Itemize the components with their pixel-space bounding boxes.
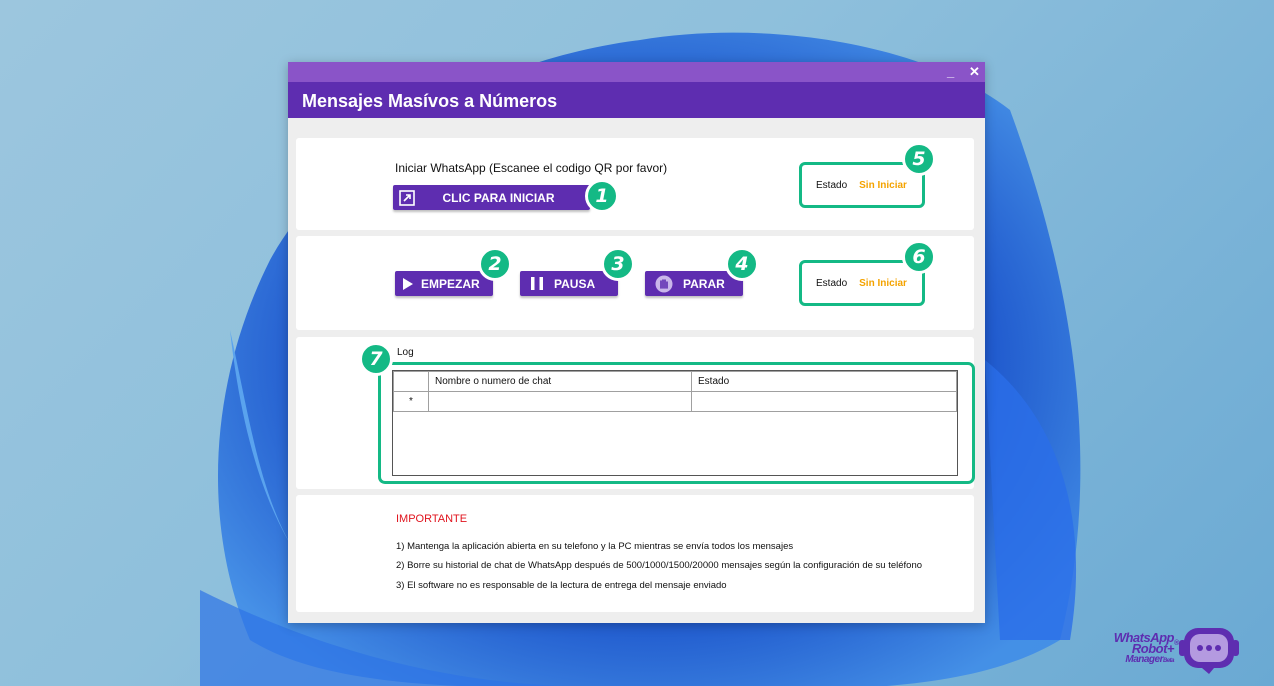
logo-tag: Beta: [1162, 658, 1175, 664]
start-status-label: Estado: [816, 179, 848, 191]
robot-chat-icon: [1179, 628, 1239, 674]
pause-label: PAUSA: [554, 276, 596, 291]
start-sending-label: EMPEZAR: [421, 276, 480, 291]
callout-badge-3: 3: [601, 247, 635, 281]
pause-icon: [520, 277, 554, 290]
start-instruction: Iniciar WhatsApp (Escanee el codigo QR p…: [395, 161, 668, 175]
start-whatsapp-button[interactable]: CLIC PARA INICIAR: [393, 185, 590, 210]
open-external-icon: [393, 189, 421, 206]
important-note-2: 2) Borre su historial de chat de WhatsAp…: [396, 560, 923, 571]
pause-button[interactable]: PAUSA: [520, 271, 618, 296]
callout-badge-5: 5: [902, 142, 936, 176]
callout-badge-4: 4: [725, 247, 759, 281]
close-button[interactable]: ✕: [969, 63, 980, 81]
title-bar: _ ✕: [288, 62, 985, 82]
callout-badge-2: 2: [478, 247, 512, 281]
callout-badge-6: 6: [902, 240, 936, 274]
start-status-value: Sin Iniciar: [859, 179, 907, 191]
log-grid-highlight: Nombre o numero de chat Estado *: [378, 362, 975, 484]
new-row-marker: *: [393, 391, 429, 412]
column-header-status[interactable]: Estado: [691, 371, 957, 392]
control-status-value: Sin Iniciar: [859, 277, 907, 289]
log-header-row: Nombre o numero de chat Estado: [393, 371, 957, 392]
start-whatsapp-label: CLIC PARA INICIAR: [442, 190, 555, 205]
log-panel: Log Nombre o numero de chat Estado *: [296, 337, 975, 489]
control-panel: EMPEZAR PAUSA PARAR Estado Sin Iniciar: [296, 236, 974, 330]
minimize-button[interactable]: _: [947, 63, 954, 81]
play-icon: [395, 277, 421, 290]
column-header-chat[interactable]: Nombre o numero de chat: [428, 371, 692, 392]
important-panel: IMPORTANTE 1) Mantenga la aplicación abi…: [296, 495, 974, 612]
start-sending-button[interactable]: EMPEZAR: [395, 271, 493, 296]
chat-cell[interactable]: [428, 391, 692, 412]
log-grid[interactable]: Nombre o numero de chat Estado *: [392, 370, 958, 476]
app-window: _ ✕ Mensajes Masívos a Números Iniciar W…: [288, 62, 985, 623]
table-row[interactable]: *: [393, 391, 957, 412]
logo-line-2: Robot+: [1131, 641, 1175, 656]
log-label: Log: [397, 347, 414, 358]
start-panel: Iniciar WhatsApp (Escanee el codigo QR p…: [296, 138, 974, 230]
important-note-3: 3) El software no es responsable de la l…: [396, 580, 727, 591]
window-title: Mensajes Masívos a Números: [288, 82, 985, 118]
important-note-1: 1) Mantenga la aplicación abierta en su …: [396, 541, 794, 552]
log-table: Nombre o numero de chat Estado *: [393, 371, 957, 412]
control-status-label: Estado: [816, 277, 848, 289]
important-title: IMPORTANTE: [396, 513, 468, 525]
stop-hand-icon: [645, 275, 683, 293]
row-header-corner: [393, 371, 429, 392]
stop-label: PARAR: [683, 276, 725, 291]
status-cell[interactable]: [691, 391, 957, 412]
callout-badge-1: 1: [585, 179, 619, 213]
callout-badge-7: 7: [359, 342, 393, 376]
brand-logo: WhatsApp Robot+ ® ManagerBeta: [1094, 622, 1270, 682]
